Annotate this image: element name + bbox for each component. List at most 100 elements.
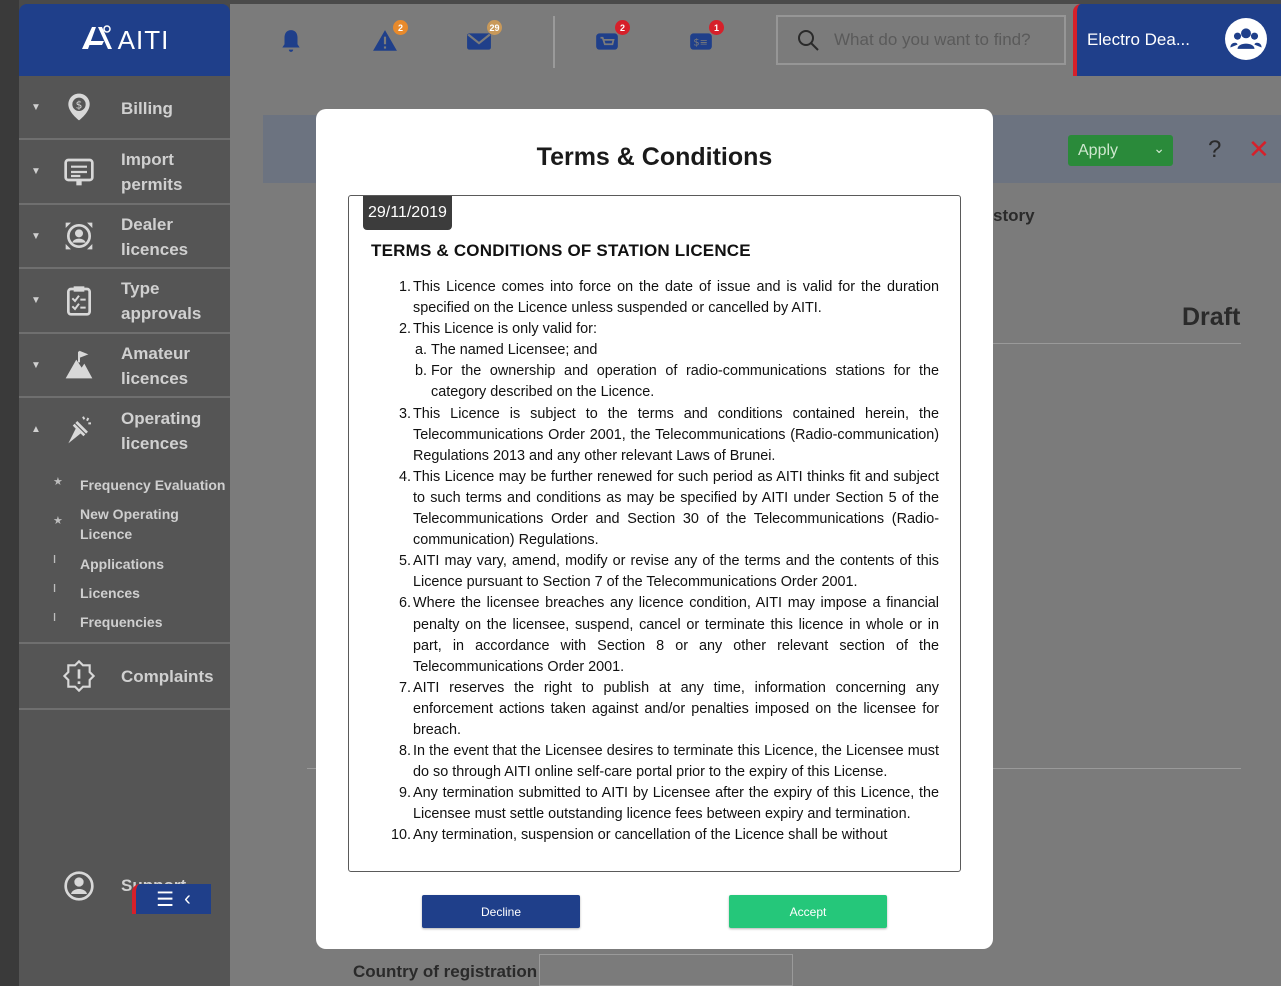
caret-down-icon: ▼ (31, 230, 41, 242)
sidebar-item-label: Complaints (121, 667, 214, 686)
svg-text:$≡: $≡ (693, 37, 707, 48)
sidebar-item-dealer-licences[interactable]: ▼ Dealer licences (19, 205, 230, 269)
clause: 5. AITI may vary, amend, modify or revise… (398, 553, 939, 591)
alert-badge: 2 (393, 20, 408, 35)
close-icon[interactable]: ✕ (1248, 134, 1270, 165)
history-tab-fragment[interactable]: story (993, 206, 1035, 226)
accept-button[interactable]: Accept (729, 895, 887, 928)
clause: 3. This Licence is subject to the terms a… (398, 405, 939, 464)
billing-pin-icon: $ (61, 89, 97, 125)
sidebar-item-complaints[interactable]: Complaints (19, 644, 230, 710)
sidebar-item-label: Import (121, 150, 174, 169)
import-permit-icon (61, 154, 97, 190)
sidebar-item-label: Billing (121, 99, 173, 118)
sidebar-item-label-2: licences (121, 434, 189, 453)
clause: 7. AITI reserves the right to publish at … (398, 679, 939, 738)
document-date: 29/11/2019 (363, 196, 452, 230)
terms-modal: Terms & Conditions 29/11/2019 TERMS & CO… (316, 109, 993, 949)
terms-document[interactable]: 29/11/2019 TERMS & CONDITIONS OF STATION… (348, 195, 961, 872)
users-group-icon[interactable] (1225, 18, 1267, 60)
header-divider (553, 16, 555, 68)
sidebar-item-label-2: licences (121, 369, 189, 388)
clipboard-check-icon (61, 283, 97, 319)
caret-down-icon: ▼ (31, 166, 41, 177)
sidebar-item-label: Amateur (121, 344, 190, 363)
sidebar-item-label-2: licences (121, 240, 189, 259)
mail-icon[interactable]: 29 (464, 20, 502, 56)
top-bar: 2 29 2 $≡ 1 Electro Dea... (230, 4, 1281, 76)
divider (993, 343, 1241, 344)
info-bar-icon: ǀ (53, 583, 57, 595)
cart-badge: 2 (615, 20, 630, 35)
sidebar-item-billing[interactable]: ▼ $ Billing (19, 76, 230, 140)
modal-title: Terms & Conditions (536, 143, 773, 171)
divider (993, 768, 1241, 769)
mail-badge: 29 (487, 20, 502, 35)
svg-text:$: $ (76, 98, 83, 111)
user-name: Electro Dea... (1087, 30, 1190, 49)
clause: 2. This Licence is only valid for: (398, 321, 597, 338)
complaint-badge-icon (61, 658, 97, 694)
logo-text: AITI (117, 24, 170, 55)
broadcast-tower-icon (61, 412, 97, 448)
invoice-icon[interactable]: $≡ 1 (686, 20, 724, 56)
info-bar-icon: ǀ (53, 554, 57, 566)
country-label: Country of registration (353, 962, 538, 981)
star-icon: ★ (53, 476, 63, 488)
sidebar: ▼ $ Billing ▼ Import permits ▼ Dealer lice… (19, 76, 230, 986)
alert-icon[interactable]: 2 (370, 20, 408, 56)
sidebar-item-type-approvals[interactable]: ▼ Type approvals (19, 269, 230, 334)
sub-label: New Operating (80, 506, 179, 522)
sub-label-2: Licence (80, 526, 133, 542)
sidebar-item-label: Type (121, 279, 160, 298)
help-icon[interactable]: ? (1208, 136, 1221, 164)
clause: 6. Where the licensee breaches any licenc… (398, 595, 939, 675)
sidebar-item-import-permits[interactable]: ▼ Import permits (19, 140, 230, 205)
sidebar-subitem-new-operating-licence[interactable]: ★ New Operating Licence (53, 504, 179, 544)
clause: 8. In the event that the Licensee desires… (398, 743, 939, 781)
subclause: b. For the ownership and operation of rad… (415, 363, 939, 401)
sidebar-item-amateur-licences[interactable]: ▼ Amateur licences (19, 334, 230, 398)
status-label: Draft (1182, 303, 1241, 331)
sidebar-item-label: Operating (121, 409, 202, 428)
window-edge (0, 0, 19, 986)
sidebar-item-label: Dealer (121, 215, 173, 234)
chevron-down-icon: ⌄ (1153, 140, 1165, 156)
apply-button[interactable]: Apply ⌄ (1068, 135, 1173, 166)
clause: 1. This Licence comes into force on the d… (398, 279, 939, 317)
sidebar-collapse-button[interactable]: ☰ ‹ (132, 884, 211, 914)
bell-icon[interactable] (276, 26, 306, 56)
sidebar-subitem-frequencies[interactable]: ǀ Frequencies (53, 612, 162, 632)
mountain-flag-icon (61, 347, 97, 383)
sidebar-subitem-applications[interactable]: ǀ Applications (53, 554, 164, 574)
star-icon: ★ (53, 515, 63, 527)
search-icon (798, 30, 819, 51)
chevron-left-icon: ‹ (184, 887, 191, 910)
caret-down-icon: ▼ (31, 101, 41, 113)
logo-mark-icon (80, 23, 114, 58)
sidebar-subitem-licences[interactable]: ǀ Licences (53, 583, 140, 603)
caret-down-icon: ▼ (31, 359, 41, 371)
sidebar-subitem-frequency-evaluation[interactable]: ★ Frequency Evaluation (53, 475, 225, 495)
search-input[interactable] (834, 30, 1054, 50)
sidebar-item-label-2: permits (121, 175, 183, 194)
search-box[interactable] (776, 15, 1066, 65)
sidebar-item-label-2: approvals (121, 304, 202, 323)
support-user-icon (61, 868, 97, 904)
terms-list: 1. This Licence comes into force on the d… (389, 277, 939, 847)
dealer-icon (61, 218, 97, 254)
caret-up-icon: ▲ (31, 424, 41, 435)
apply-label: Apply (1078, 141, 1119, 159)
decline-button[interactable]: Decline (422, 895, 580, 928)
clause: 10. Any termination, suspension or cancel… (390, 827, 888, 844)
subclause: a. The named Licensee; and (415, 342, 598, 359)
clause: 9. Any termination submitted to AITI by L… (398, 785, 939, 823)
info-bar-icon: ǀ (53, 612, 57, 624)
country-input[interactable] (539, 954, 793, 986)
cart-icon[interactable]: 2 (592, 20, 630, 56)
app-logo[interactable]: AITI (19, 4, 230, 76)
list-icon: ☰ (156, 888, 175, 911)
user-menu[interactable]: Electro Dea... (1073, 4, 1281, 76)
caret-down-icon: ▼ (31, 295, 41, 306)
invoice-badge: 1 (709, 20, 724, 35)
